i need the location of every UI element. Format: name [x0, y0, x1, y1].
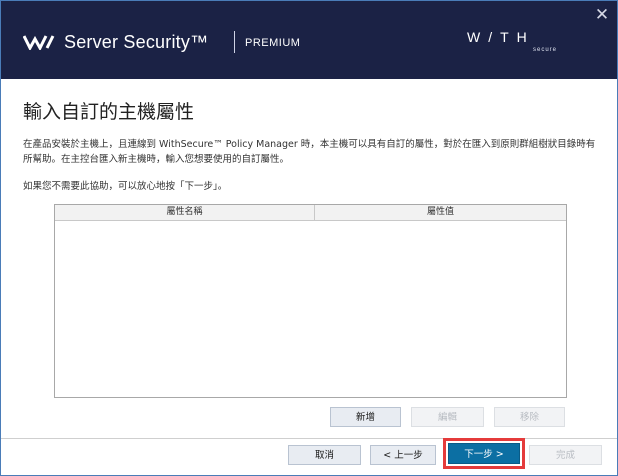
withsecure-logo: W/TH — [467, 29, 535, 45]
back-button[interactable]: < 上一步 — [370, 445, 436, 465]
column-header-property-name[interactable]: 屬性名稱 — [55, 205, 315, 220]
withsecure-logo-sub: secure — [533, 47, 558, 53]
finish-button[interactable]: 完成 — [529, 445, 602, 465]
header-divider — [234, 31, 235, 53]
product-name: Server Security™ — [64, 32, 209, 52]
page-hint: 如果您不需要此協助，可以放心地按「下一步」。 — [23, 181, 228, 192]
edition-label: PREMIUM — [245, 37, 301, 49]
withsecure-mark-icon — [23, 35, 55, 50]
cancel-button[interactable]: 取消 — [288, 445, 361, 465]
header-banner: Server Security™ PREMIUM W/TH secure ✕ — [1, 1, 617, 79]
close-icon[interactable]: ✕ — [592, 5, 612, 25]
add-button[interactable]: 新增 — [330, 407, 401, 427]
edit-button[interactable]: 編輯 — [411, 407, 484, 427]
column-header-property-value[interactable]: 屬性值 — [315, 205, 566, 220]
page-title: 輸入自訂的主機屬性 — [23, 101, 195, 123]
installer-window: Server Security™ PREMIUM W/TH secure ✕ 輸… — [0, 0, 618, 476]
table-body[interactable] — [55, 221, 566, 397]
page-description: 在產品安裝於主機上，且連線到 WithSecure™ Policy Manage… — [23, 139, 596, 165]
next-button-highlight — [443, 438, 525, 469]
remove-button[interactable]: 移除 — [494, 407, 565, 427]
table-header: 屬性名稱 屬性值 — [55, 205, 566, 221]
custom-properties-table[interactable]: 屬性名稱 屬性值 — [54, 204, 567, 398]
